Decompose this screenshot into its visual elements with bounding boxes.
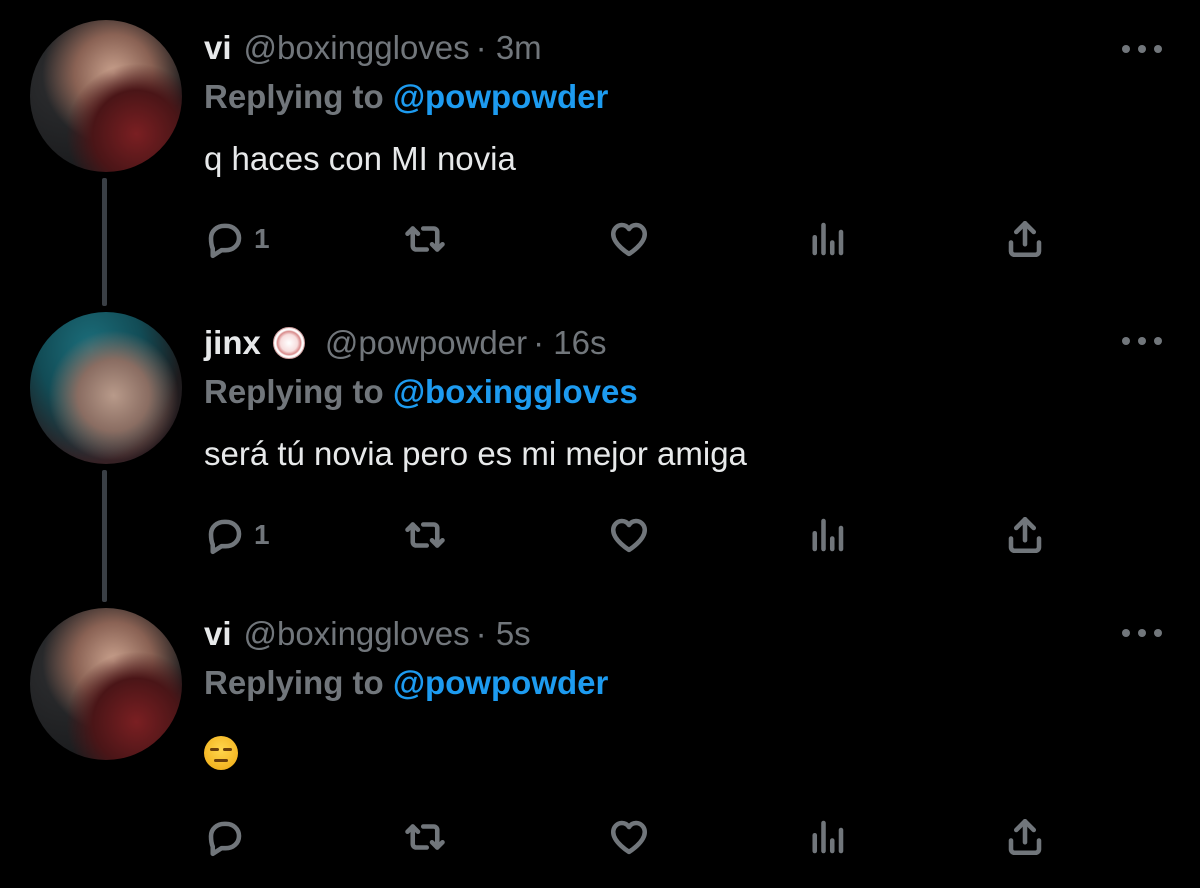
analytics-button[interactable] [806, 510, 848, 560]
reply-button[interactable] [204, 812, 254, 862]
share-icon [1008, 818, 1042, 856]
retweet-button[interactable] [404, 214, 446, 264]
retweet-icon [405, 824, 445, 850]
retweet-icon [405, 226, 445, 252]
reply-count: 1 [254, 223, 270, 254]
share-icon [1008, 516, 1042, 554]
replying-prefix: Replying to [204, 373, 384, 410]
share-icon [1008, 220, 1042, 258]
display-name[interactable]: vi [204, 28, 232, 68]
retweet-button[interactable] [404, 812, 446, 862]
analytics-icon [812, 222, 844, 256]
replying-to: Replying to @boxinggloves [204, 373, 638, 411]
more-icon[interactable] [1122, 334, 1162, 348]
avatar[interactable] [30, 312, 182, 464]
badge-icon [272, 327, 305, 359]
handle[interactable]: @boxinggloves [244, 28, 470, 68]
like-icon [610, 222, 648, 257]
tweet-actions: 1 [0, 510, 1200, 560]
reply-icon [208, 223, 242, 259]
reply-button[interactable]: 1 [204, 510, 270, 560]
mention-link[interactable]: @powpowder [393, 664, 609, 701]
reply-icon [208, 821, 242, 857]
like-button[interactable] [608, 510, 650, 560]
reply-count: 1 [254, 519, 270, 550]
mention-link[interactable]: @powpowder [393, 78, 609, 115]
like-button[interactable] [608, 214, 650, 264]
reply-icon [208, 519, 242, 555]
retweet-icon [405, 522, 445, 548]
tweet-header: jinx @powpowder · 16s [204, 323, 607, 363]
unamused-face-emoji [204, 736, 238, 770]
timestamp[interactable]: · 3m [476, 28, 542, 68]
share-button[interactable] [1004, 812, 1046, 862]
replying-to: Replying to @powpowder [204, 78, 608, 116]
avatar[interactable] [30, 20, 182, 172]
mention-link[interactable]: @boxinggloves [393, 373, 638, 410]
share-button[interactable] [1004, 510, 1046, 560]
replying-to: Replying to @powpowder [204, 664, 608, 702]
handle[interactable]: @boxinggloves [244, 614, 470, 654]
replying-prefix: Replying to [204, 78, 384, 115]
avatar[interactable] [30, 608, 182, 760]
more-icon[interactable] [1122, 42, 1162, 56]
like-icon [610, 820, 648, 855]
handle[interactable]: @powpowder [325, 323, 527, 363]
like-button[interactable] [608, 812, 650, 862]
retweet-button[interactable] [404, 510, 446, 560]
analytics-button[interactable] [806, 214, 848, 264]
tweet-actions [0, 812, 1200, 862]
timestamp[interactable]: · 16s [533, 323, 606, 363]
analytics-icon [812, 518, 844, 552]
timestamp[interactable]: · 5s [476, 614, 531, 654]
tweet-actions: 1 [0, 214, 1200, 264]
analytics-icon [812, 820, 844, 854]
display-name[interactable]: vi [204, 614, 232, 654]
reply-button[interactable]: 1 [204, 214, 270, 264]
tweet-text: será tú novia pero es mi mejor amiga [204, 435, 747, 472]
tweet-header: vi @boxinggloves · 5s [204, 614, 531, 654]
tweet-header: vi @boxinggloves · 3m [204, 28, 542, 68]
display-name[interactable]: jinx [204, 323, 261, 363]
share-button[interactable] [1004, 214, 1046, 264]
analytics-button[interactable] [806, 812, 848, 862]
tweet-text: q haces con MI novia [204, 140, 516, 177]
more-icon[interactable] [1122, 626, 1162, 640]
like-icon [610, 518, 648, 553]
replying-prefix: Replying to [204, 664, 384, 701]
